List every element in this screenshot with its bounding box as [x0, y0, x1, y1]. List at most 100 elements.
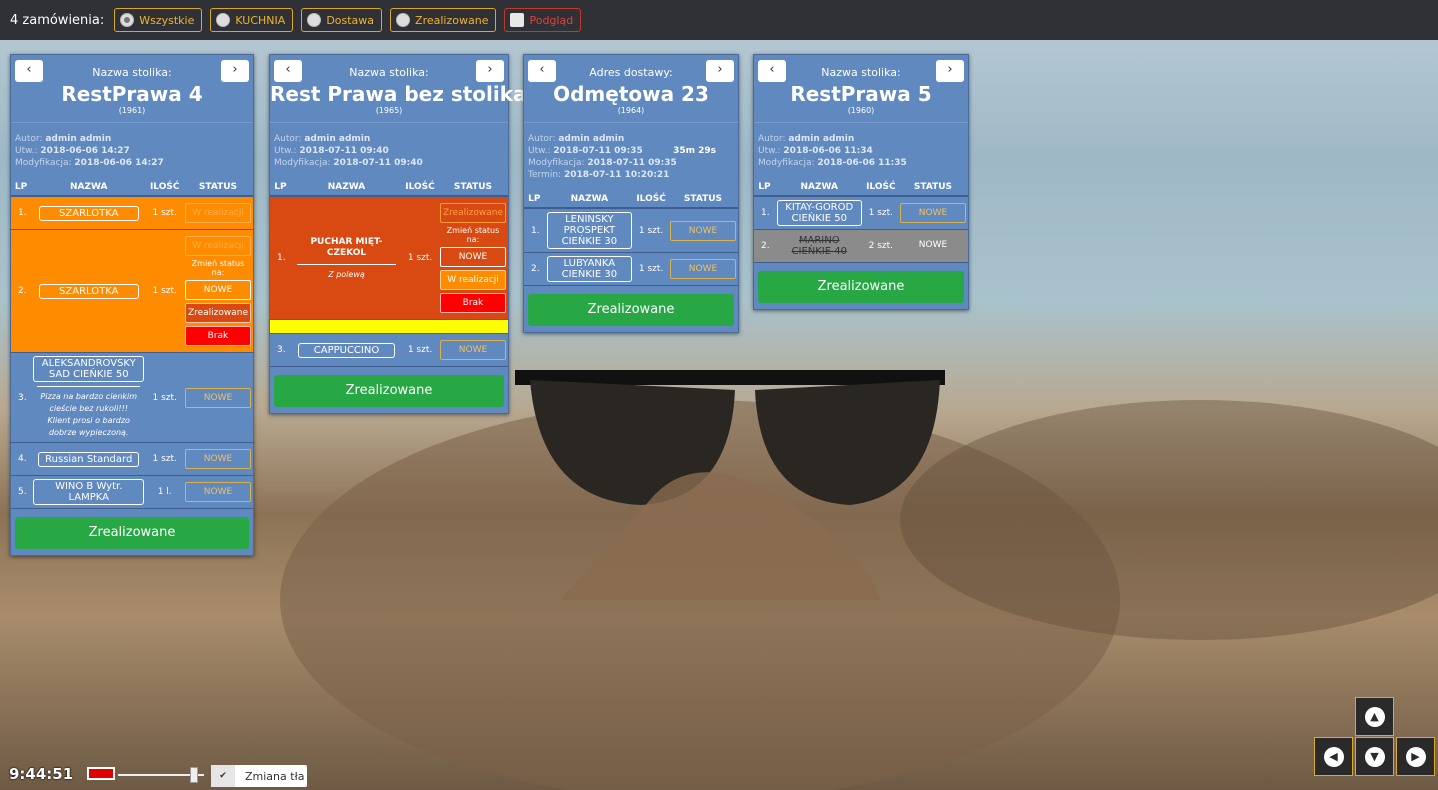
mark-done-button[interactable]: Zrealizowane	[758, 271, 964, 303]
header-status: STATUS	[667, 190, 738, 209]
meta-row: Modyfikacja: 2018-07-11 09:35	[528, 157, 734, 169]
item-name-cell: WINO B Wytr. LAMPKA	[31, 475, 147, 509]
scroll-down-button[interactable]: ▼	[1355, 737, 1394, 776]
status-button[interactable]: Zrealizowane	[439, 203, 506, 223]
table-row: 1. LENINSKY PROSPEKT CIEŃKIE 30 1 szt. NOWE	[524, 208, 738, 253]
meta-value: admin admin	[558, 134, 625, 144]
item-name-button[interactable]: SZARLOTKA	[38, 283, 139, 299]
item-name-button[interactable]: KITAY-GOROD CIEŃKIE 50	[776, 200, 862, 226]
table-header: LP NAZWA ILOŚĆ STATUS	[11, 178, 253, 197]
meta-row: Utw.: 2018-06-06 14:27	[15, 145, 249, 157]
meta-key: Utw.:	[758, 146, 781, 156]
prev-button[interactable]: ‹	[15, 60, 43, 82]
item-quantity: 1 l.	[146, 475, 183, 509]
item-name-button[interactable]: PUCHAR MIĘT-CZEKOL	[293, 236, 400, 260]
prev-button[interactable]: ‹	[528, 60, 556, 82]
checkbox[interactable]	[510, 13, 525, 27]
status-button[interactable]: NOWE	[900, 236, 966, 256]
item-name-cell: MARINO CIEŃKIE 40	[774, 229, 864, 263]
header-qty: ILOŚĆ	[402, 178, 438, 197]
item-name-button[interactable]: WINO B Wytr. LAMPKA	[33, 479, 145, 505]
mark-done-button[interactable]: Zrealizowane	[528, 294, 734, 326]
status-button[interactable]: NOWE	[184, 387, 251, 408]
filter-kuchnia[interactable]: KUCHNIA	[210, 8, 294, 32]
scroll-right-button[interactable]: ▶	[1396, 737, 1435, 776]
arrow-right-icon: ▶	[1405, 746, 1426, 767]
item-number: 2.	[11, 229, 32, 353]
item-status-cell: NOWE	[667, 252, 738, 286]
items-table: LP NAZWA ILOŚĆ STATUS 1. KITAY-GOROD CIEŃKIE …	[754, 178, 968, 263]
change-background-button[interactable]: ✔ Zmiana tła	[211, 765, 307, 787]
status-button[interactable]: NOWE	[184, 482, 251, 502]
header-name: NAZWA	[31, 178, 147, 197]
countdown-timer: 35m 29s	[673, 146, 716, 156]
filter-label: Podgląd	[529, 13, 574, 27]
mark-done-button[interactable]: Zrealizowane	[15, 517, 249, 549]
bg-color-picker[interactable]	[87, 767, 115, 780]
arrow-down-icon: ▼	[1364, 746, 1385, 767]
order-card: ‹ › Nazwa stolika: RestPrawa 4 (1961) Autor: …	[10, 54, 254, 556]
slider-thumb[interactable]	[190, 767, 198, 783]
meta-value: admin admin	[304, 134, 371, 144]
item-number: 2.	[524, 252, 545, 286]
status-option-w-realizacji[interactable]: W realizacji	[439, 270, 506, 290]
item-note: Z polewą	[296, 263, 397, 281]
item-status-cell: NOWE	[897, 229, 968, 263]
table-row: 1. PUCHAR MIĘT-CZEKOL Z polewą 1 szt. Zreali…	[270, 196, 508, 320]
status-button[interactable]: NOWE	[899, 203, 966, 223]
item-name-button[interactable]: LENINSKY PROSPEKT CIEŃKIE 30	[546, 212, 633, 249]
meta-key: Autor:	[15, 134, 43, 144]
next-button[interactable]: ›	[706, 60, 734, 82]
status-button[interactable]: W realizacji	[184, 203, 251, 223]
status-button[interactable]: NOWE	[439, 340, 506, 360]
item-name-button[interactable]: ALEKSANDROVSKY SAD CIEŃKIE 50	[33, 356, 145, 382]
filter-dostawa[interactable]: Dostawa	[301, 8, 383, 32]
next-button[interactable]: ›	[936, 60, 964, 82]
mark-done-button[interactable]: Zrealizowane	[274, 375, 504, 407]
table-row: 4. Russian Standard 1 szt. NOWE	[11, 442, 253, 476]
status-option-nowe[interactable]: NOWE	[439, 247, 506, 267]
filter-zrealizowane[interactable]: Zrealizowane	[390, 8, 497, 32]
item-status-cell: NOWE	[182, 475, 253, 509]
prev-button[interactable]: ‹	[758, 60, 786, 82]
status-button[interactable]: W realizacji	[184, 236, 251, 256]
arrow-up-icon: ▲	[1364, 706, 1385, 727]
scroll-up-button[interactable]: ▲	[1355, 697, 1394, 736]
status-button[interactable]: NOWE	[669, 220, 736, 241]
item-name-button[interactable]: LUBYANKA CIEŃKIE 30	[546, 256, 633, 282]
radio-button[interactable]	[216, 13, 231, 27]
item-status-cell: NOWE	[897, 196, 968, 230]
meta-row: Modyfikacja: 2018-07-11 09:40	[274, 157, 504, 169]
status-option-nowe[interactable]: NOWE	[184, 280, 251, 300]
separator-row	[270, 319, 508, 334]
item-note: Pizza na bardzo cienkim cieście bez ruko…	[37, 386, 141, 439]
arrow-left-icon: ◀	[1323, 746, 1344, 767]
scroll-left-button[interactable]: ◀	[1314, 737, 1353, 776]
prev-button[interactable]: ‹	[274, 60, 302, 82]
status-option-brak[interactable]: Brak	[184, 326, 251, 346]
item-name-button[interactable]: MARINO CIEŃKIE 40	[777, 234, 862, 258]
status-button[interactable]: NOWE	[184, 449, 251, 469]
filter-podgląd[interactable]: Podgląd	[504, 8, 582, 32]
status-option-brak[interactable]: Brak	[439, 293, 506, 313]
meta-row: Autor: admin admin	[274, 133, 504, 145]
change-background-label: Zmiana tła	[245, 769, 305, 783]
item-name-button[interactable]: CAPPUCCINO	[298, 342, 395, 358]
filter-wszystkie[interactable]: Wszystkie	[114, 8, 203, 32]
next-button[interactable]: ›	[221, 60, 249, 82]
status-button[interactable]: NOWE	[669, 259, 736, 279]
radio-button[interactable]	[120, 13, 135, 27]
item-name-cell: SZARLOTKA	[31, 229, 147, 353]
meta-row: Termin: 2018-07-11 10:20:21	[528, 169, 734, 181]
item-name-button[interactable]: SZARLOTKA	[38, 205, 139, 221]
radio-button[interactable]	[396, 13, 411, 27]
item-number: 1.	[524, 208, 545, 253]
card-header: ‹ › Nazwa stolika: Rest Prawa bez stolika (1…	[270, 55, 527, 123]
status-option-zrealizowane[interactable]: Zrealizowane	[184, 303, 251, 323]
next-button[interactable]: ›	[476, 60, 504, 82]
radio-button[interactable]	[307, 13, 322, 27]
card-header: ‹ › Nazwa stolika: RestPrawa 5 (1960)	[754, 55, 968, 123]
item-name-button[interactable]: Russian Standard	[38, 451, 140, 467]
header-status: STATUS	[182, 178, 253, 197]
table-row: 2. MARINO CIEŃKIE 40 2 szt. NOWE	[754, 229, 968, 263]
